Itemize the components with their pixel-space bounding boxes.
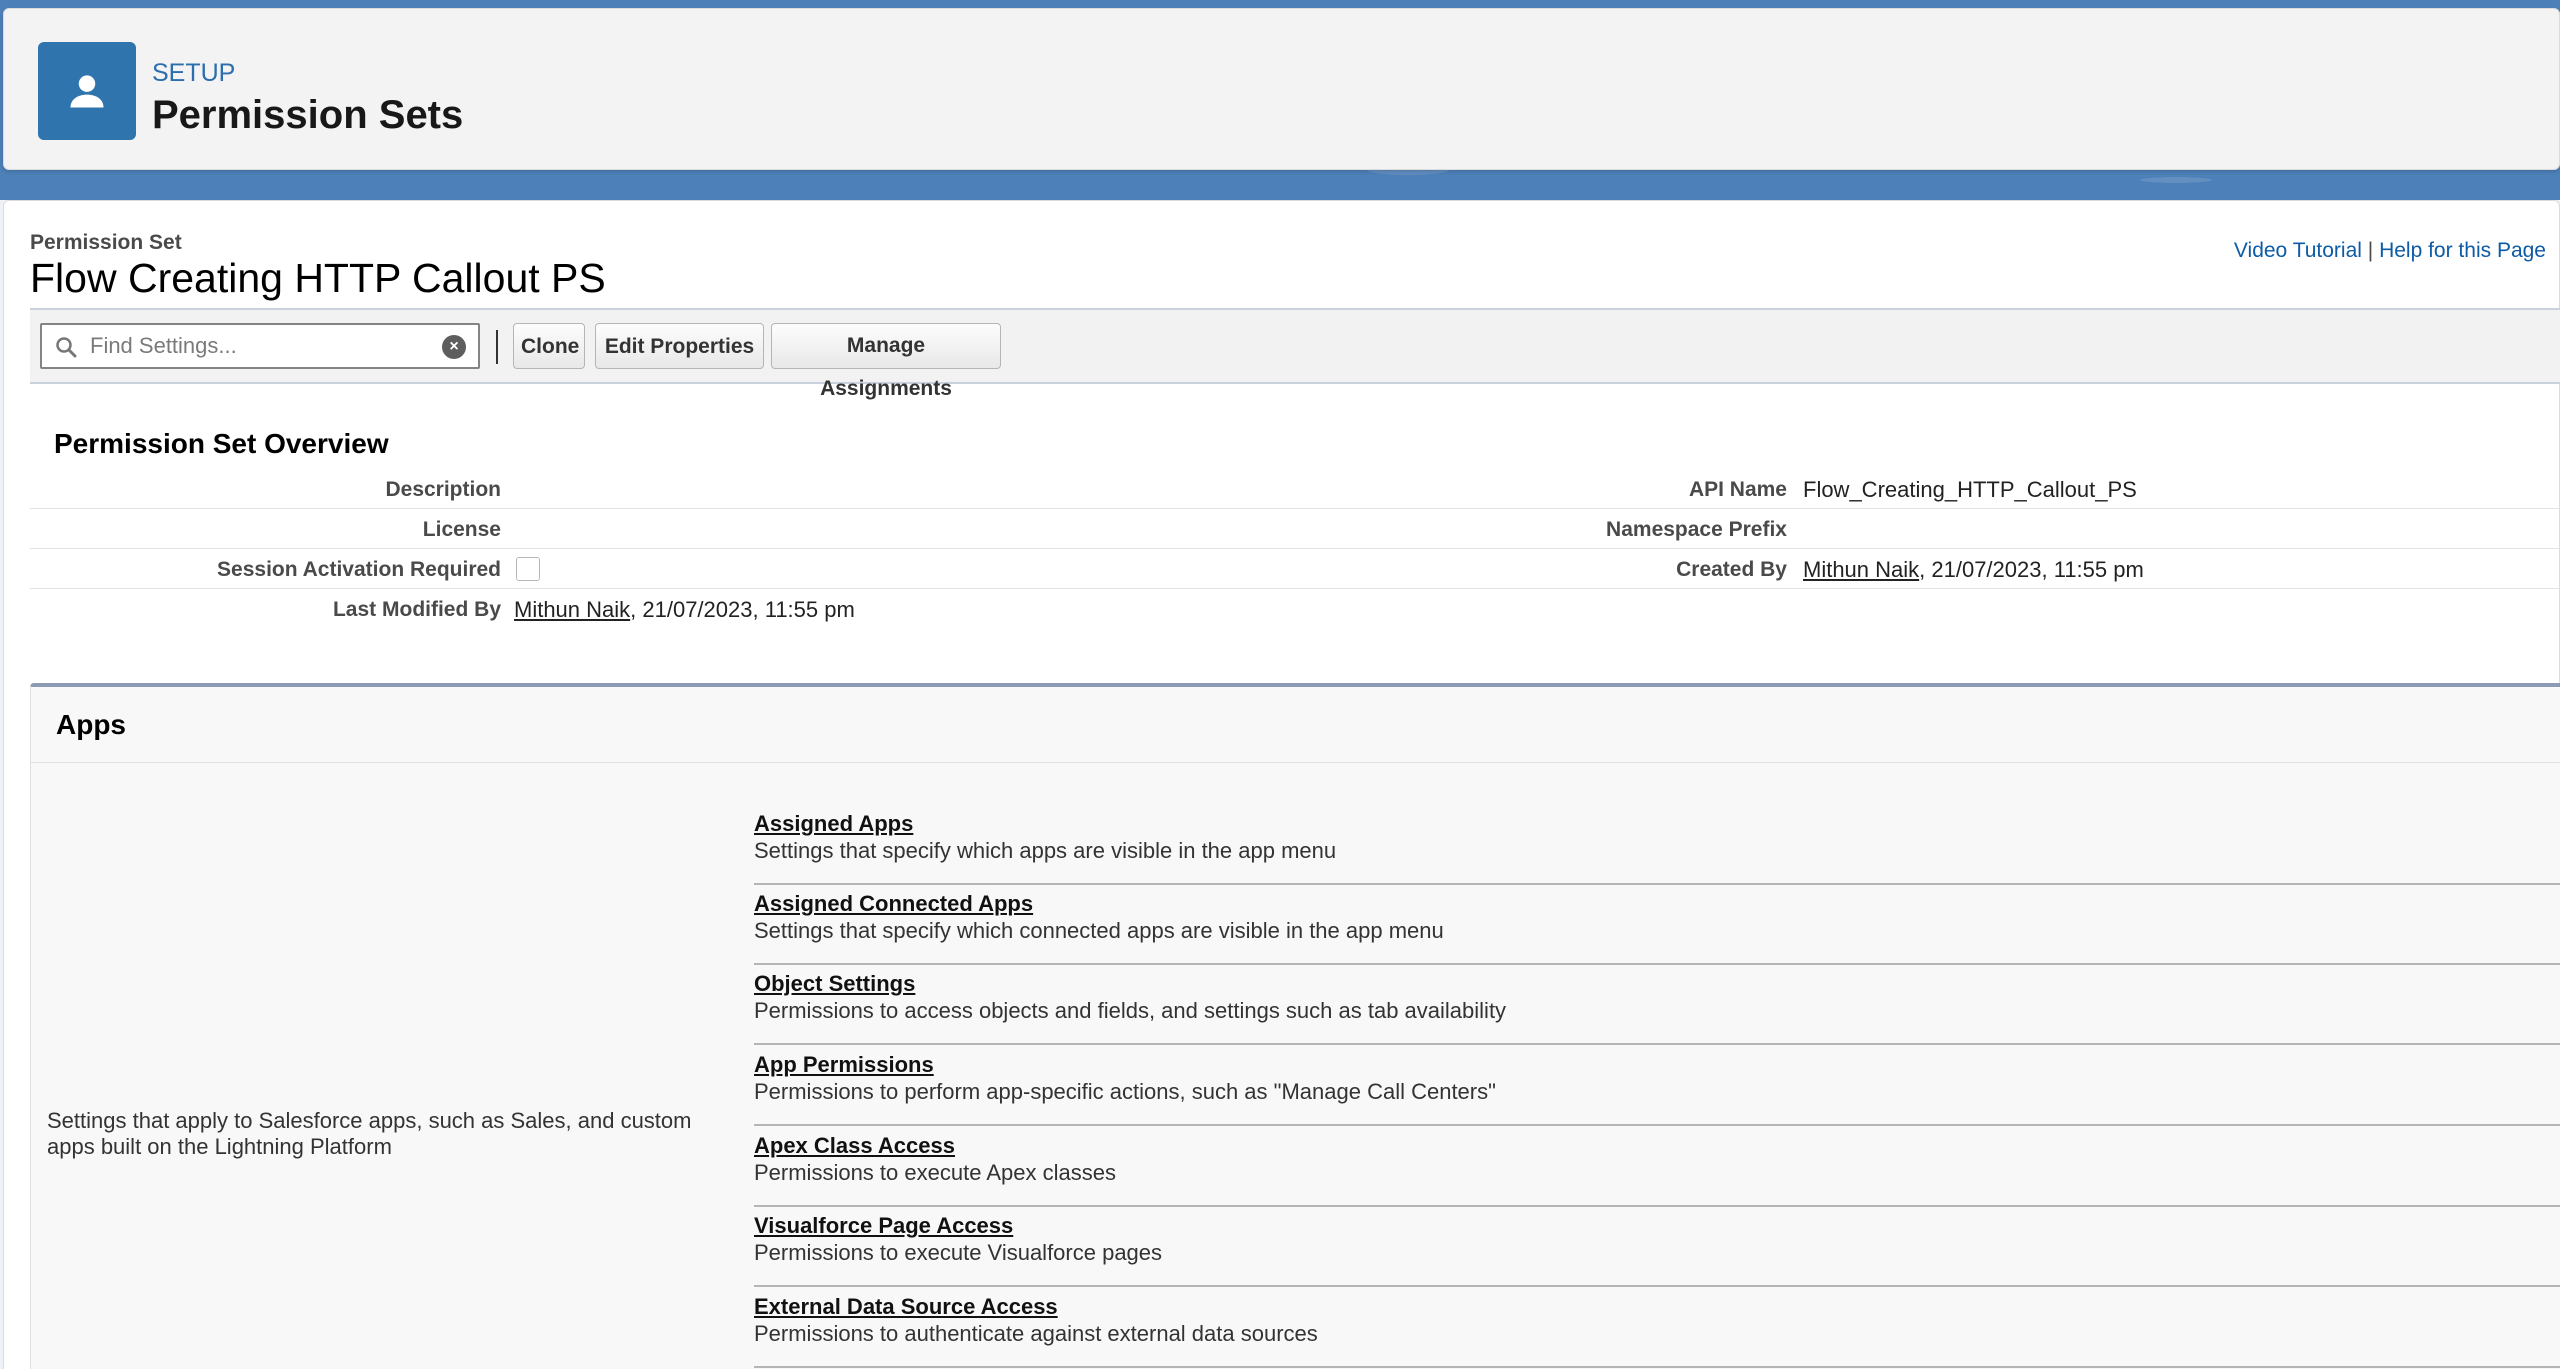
external-data-source-access-link[interactable]: External Data Source Access <box>754 1294 1058 1320</box>
apps-title: Apps <box>56 709 126 740</box>
modified-by-date: , 21/07/2023, 11:55 pm <box>630 597 855 622</box>
help-page-link[interactable]: Help for this Page <box>2379 239 2546 262</box>
overview-row-license: License Namespace Prefix <box>30 509 2560 549</box>
created-by-user-link[interactable]: Mithun Naik <box>1803 557 1919 582</box>
page-header-title: Permission Sets <box>152 93 464 137</box>
page-title: Flow Creating HTTP Callout PS <box>30 255 606 301</box>
last-modified-value: Mithun Naik, 21/07/2023, 11:55 pm <box>514 597 855 623</box>
toolbar-divider <box>496 330 498 364</box>
list-item-desc: Permissions to execute Visualforce pages <box>754 1240 1163 1265</box>
edit-properties-button[interactable]: Edit Properties <box>595 323 764 369</box>
list-item: Visualforce Page Access Permissions to e… <box>754 1207 2560 1287</box>
namespace-prefix-label: Namespace Prefix <box>1606 518 1787 541</box>
main-content: Permission Set Flow Creating HTTP Callou… <box>3 200 2560 1369</box>
session-activation-checkbox <box>516 557 540 581</box>
toolbar: × Clone Edit Properties Manage Assignmen… <box>30 310 2560 400</box>
overview-row-modified: Last Modified By Mithun Naik, 21/07/2023… <box>30 589 2560 629</box>
overview-row-session: Session Activation Required Created By M… <box>30 549 2560 589</box>
apps-header: Apps <box>31 687 2560 763</box>
description-label: Description <box>385 478 501 501</box>
assigned-apps-link[interactable]: Assigned Apps <box>754 811 913 837</box>
app-permissions-link[interactable]: App Permissions <box>754 1052 934 1078</box>
video-tutorial-link[interactable]: Video Tutorial <box>2234 239 2362 262</box>
clone-button[interactable]: Clone <box>513 323 585 369</box>
list-item-desc: Permissions to execute Apex classes <box>754 1160 1116 1185</box>
setup-label: SETUP <box>152 59 236 87</box>
apps-section: Apps Assigned Apps Settings that specify… <box>30 683 2560 1369</box>
apps-description: Settings that apply to Salesforce apps, … <box>47 1108 692 1159</box>
session-activation-label: Session Activation Required <box>217 558 501 581</box>
search-icon <box>56 337 77 358</box>
list-item-desc: Settings that specify which apps are vis… <box>754 838 1337 863</box>
apex-class-access-link[interactable]: Apex Class Access <box>754 1133 955 1159</box>
list-item: Apex Class Access Permissions to execute… <box>754 1127 2560 1207</box>
created-by-value: Mithun Naik, 21/07/2023, 11:55 pm <box>1803 557 2144 583</box>
setup-header: SETUP Permission Sets <box>3 8 2560 170</box>
list-item: App Permissions Permissions to perform a… <box>754 1046 2560 1126</box>
list-item: Assigned Apps Settings that specify whic… <box>754 805 2560 885</box>
modified-by-user-link[interactable]: Mithun Naik <box>514 597 630 622</box>
object-settings-link[interactable]: Object Settings <box>754 971 915 997</box>
overview-row-description: Description API Name Flow_Creating_HTTP_… <box>30 469 2560 509</box>
list-item-desc: Permissions to perform app-specific acti… <box>754 1079 1496 1104</box>
assigned-connected-apps-link[interactable]: Assigned Connected Apps <box>754 891 1033 917</box>
list-item: Assigned Connected Apps Settings that sp… <box>754 885 2560 965</box>
list-item: Object Settings Permissions to access ob… <box>754 965 2560 1045</box>
api-name-label: API Name <box>1688 478 1787 501</box>
overview-title: Permission Set Overview <box>54 428 389 459</box>
api-name-value: Flow_Creating_HTTP_Callout_PS <box>1803 477 2137 502</box>
list-item-desc: Permissions to access objects and fields… <box>754 998 1507 1023</box>
list-item-desc: Permissions to authenticate against exte… <box>754 1321 1318 1346</box>
visualforce-page-access-link[interactable]: Visualforce Page Access <box>754 1213 1013 1239</box>
last-modified-label: Last Modified By <box>332 598 501 621</box>
user-icon <box>38 42 136 140</box>
created-by-label: Created By <box>1676 558 1787 581</box>
license-label: License <box>422 518 501 541</box>
help-separator: | <box>2361 239 2380 262</box>
list-item-desc: Settings that specify which connected ap… <box>754 918 1444 943</box>
record-type-label: Permission Set <box>30 231 182 254</box>
clear-search-icon[interactable]: × <box>442 335 466 359</box>
list-item: External Data Source Access Permissions … <box>754 1288 2560 1368</box>
manage-assignments-button[interactable]: Manage Assignments <box>771 323 1001 400</box>
find-settings-box: × <box>40 323 480 369</box>
created-by-date: , 21/07/2023, 11:55 pm <box>1919 557 2144 582</box>
find-settings-input[interactable] <box>90 331 420 361</box>
help-links: Video Tutorial | Help for this Page <box>2234 239 2546 263</box>
